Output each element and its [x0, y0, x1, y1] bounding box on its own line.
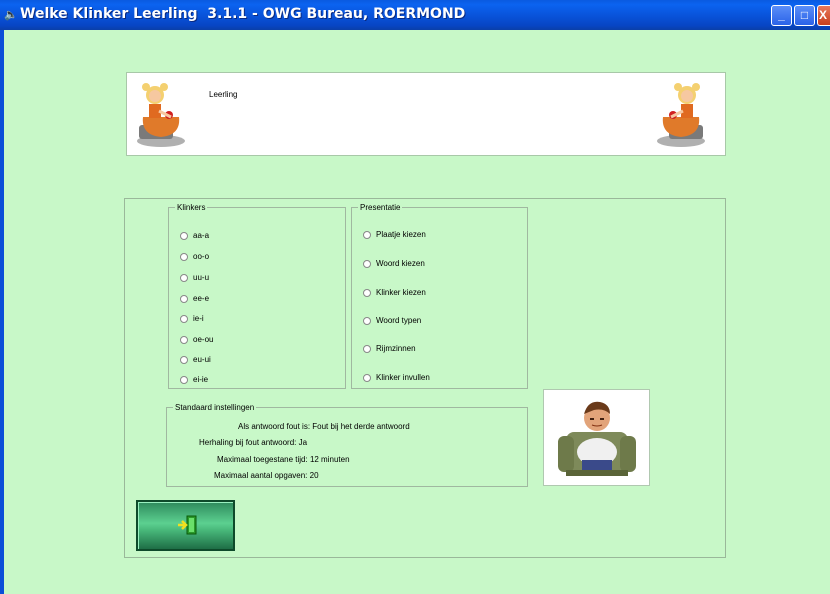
setting-fout-antwoord: Als antwoord fout is: Fout bij het derde…: [238, 422, 410, 431]
radio-button[interactable]: [363, 231, 371, 239]
title-bar[interactable]: 🔈 Welke Klinker Leerling 3.1.1 - OWG Bur…: [0, 0, 830, 30]
radio-button[interactable]: [180, 253, 188, 261]
exit-door-icon: [178, 515, 197, 535]
boy-in-armchair-icon: [558, 401, 636, 476]
standaard-legend: Standaard instellingen: [175, 403, 255, 412]
window-title: Welke Klinker Leerling 3.1.1 - OWG Burea…: [20, 6, 466, 22]
radio-button[interactable]: [180, 376, 188, 384]
radio-button[interactable]: [363, 374, 371, 382]
minimize-button[interactable]: _: [771, 5, 792, 26]
window-border: [0, 30, 4, 594]
header-panel: Leerling: [126, 72, 726, 156]
klinkers-legend: Klinkers: [177, 203, 206, 212]
avatar: [543, 389, 650, 486]
radio-button[interactable]: [180, 315, 188, 323]
radio-button[interactable]: [180, 356, 188, 364]
setting-max-tijd: Maximaal toegestane tijd: 12 minuten: [217, 455, 350, 464]
close-button[interactable]: X: [817, 5, 830, 26]
presentatie-legend: Presentatie: [360, 203, 401, 212]
radio-button[interactable]: [363, 289, 371, 297]
girl-at-desk-icon: [137, 83, 185, 147]
radio-button[interactable]: [363, 317, 371, 325]
radio-button[interactable]: [180, 274, 188, 282]
radio-button[interactable]: [180, 295, 188, 303]
radio-button[interactable]: [180, 336, 188, 344]
radio-button[interactable]: [363, 345, 371, 353]
header-label: Leerling: [209, 90, 238, 99]
setting-herhaling: Herhaling bij fout antwoord: Ja: [199, 438, 308, 447]
speaker-icon[interactable]: 🔈: [4, 9, 18, 21]
radio-button[interactable]: [363, 260, 371, 268]
radio-button[interactable]: [180, 232, 188, 240]
maximize-button[interactable]: □: [794, 5, 815, 26]
setting-max-opgaven: Maximaal aantal opgaven: 20: [214, 471, 319, 480]
exit-button[interactable]: [136, 500, 235, 551]
girl-at-desk-icon: [657, 83, 705, 147]
